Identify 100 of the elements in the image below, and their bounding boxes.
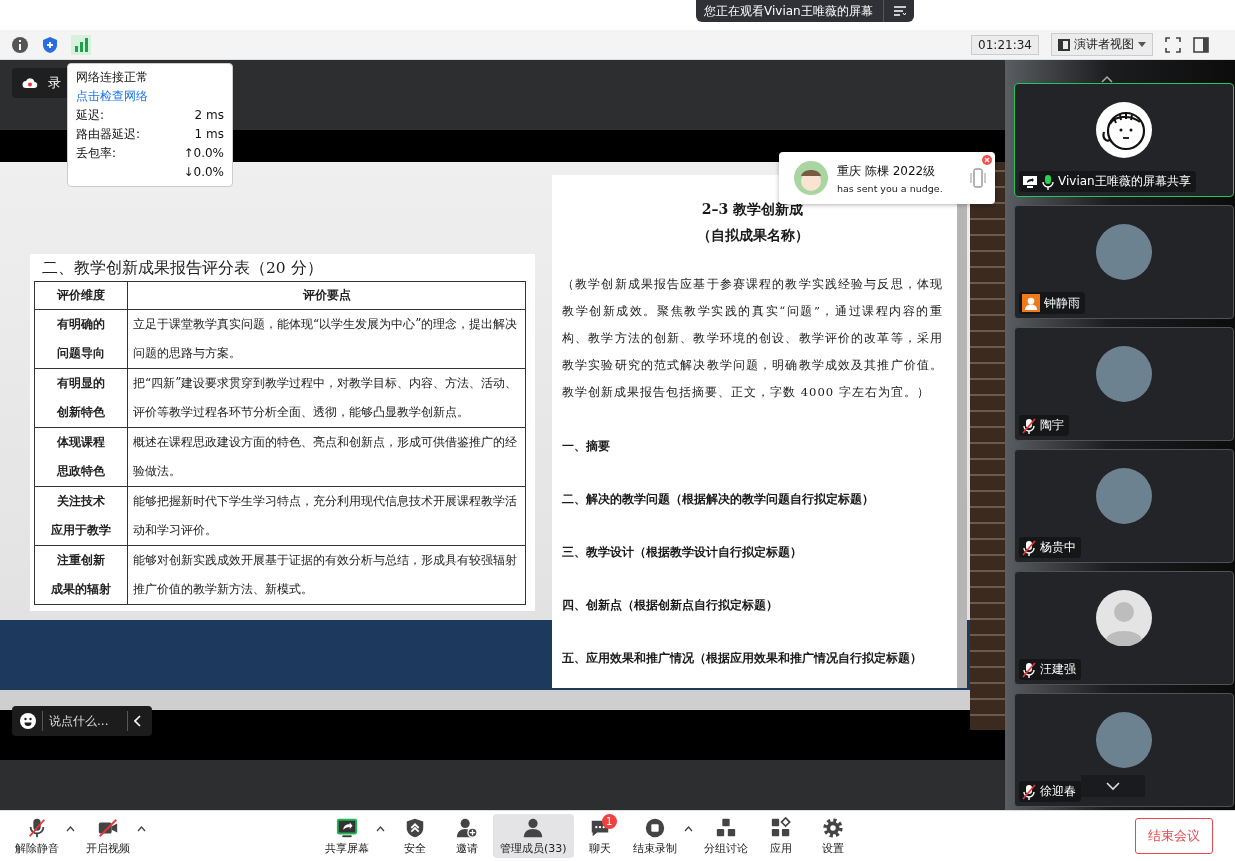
section-heading: 二、解决的教学问题（根据解决的教学问题自行拟定标题）	[562, 491, 874, 508]
table-cell: 关注技术 应用于教学	[34, 486, 128, 546]
table-header: 评价要点	[127, 281, 526, 310]
participant-name: 杨贵中	[1040, 539, 1076, 556]
person-icon	[1022, 294, 1040, 312]
settings-button[interactable]: 设置	[806, 814, 859, 858]
scroll-up-chevron-icon[interactable]	[1101, 75, 1113, 83]
mic-muted-icon	[1022, 539, 1036, 556]
metric-value: 1 ms	[194, 126, 224, 143]
table-cell: 有明显的 创新特色	[34, 368, 128, 428]
document-paragraph: （教学创新成果报告应基于参赛课程的教学实践经验与反思，体现教学创新成效。聚焦教学实践的真实“问题”，通过课程内容的重构、教学方法的创新、教学环境的创设、教学评价的改革等，采用教学实验研究的范式解决教学问题，明确教学成效及其推广价值。教学创新成果报告包括摘要、正文，字数 4000 字左右为宜。）	[562, 276, 943, 401]
metric-value: 2 ms	[194, 107, 224, 124]
breakout-button[interactable]: 分组讨论	[696, 814, 755, 858]
view-mode-dropdown[interactable]: 演讲者视图	[1051, 33, 1153, 56]
signal-icon[interactable]	[71, 34, 91, 55]
microphone-icon	[1042, 173, 1054, 190]
caret-up-icon[interactable]	[137, 826, 146, 832]
apps-button[interactable]: 应用	[754, 814, 807, 858]
security-button[interactable]: 安全	[389, 814, 441, 858]
participant-tile[interactable]: 钟静雨	[1014, 205, 1234, 319]
section-heading: 四、创新点（根据创新点自行拟定标题）	[562, 597, 778, 614]
caret-up-icon[interactable]	[376, 826, 385, 832]
table-cell: 有明确的 问题导向	[34, 309, 128, 369]
participant-tile[interactable]: 徐迎春	[1014, 693, 1234, 807]
mic-muted-icon	[1022, 661, 1036, 678]
participant-name: 钟静雨	[1044, 294, 1080, 312]
photo-placeholder	[1096, 468, 1152, 524]
mic-button[interactable]: 解除静音	[8, 814, 66, 858]
mic-muted-icon	[26, 817, 48, 839]
cloud-record-icon	[22, 77, 38, 89]
metric-label: 延迟:	[76, 107, 105, 124]
info-icon[interactable]	[11, 35, 29, 54]
table-header: 评价维度	[34, 281, 128, 310]
metric-value: ↓0.0%	[183, 164, 224, 181]
collapse-chevron-icon[interactable]	[134, 715, 142, 727]
default-avatar-icon	[1096, 590, 1152, 646]
cartoon-avatar-icon	[793, 160, 829, 196]
chat-input-field[interactable]: 说点什么...	[12, 706, 152, 736]
shield-icon[interactable]	[41, 35, 59, 54]
share-button[interactable]: 共享屏幕	[318, 814, 376, 858]
cartoon-avatar-drawing	[1096, 102, 1152, 158]
scroll-down-chevron-icon[interactable]	[1081, 775, 1145, 797]
layout-icon	[1058, 38, 1070, 51]
end-meeting-button[interactable]: 结束会议	[1135, 818, 1213, 854]
add-person-icon	[456, 817, 478, 839]
participant-tile[interactable]: 陶宇	[1014, 327, 1234, 441]
photo-placeholder	[1096, 346, 1152, 402]
participant-tile[interactable]: 汪建强	[1014, 571, 1234, 685]
table-cell: 把“四新”建设要求贯穿到教学过程中，对教学目标、内容、方法、活动、评价等教学过程各环节分析全面、透彻，能够凸显教学创新点。	[127, 368, 526, 428]
caret-up-icon[interactable]	[683, 826, 693, 832]
participant-tile[interactable]: 杨贵中	[1014, 449, 1234, 563]
metric-label: 路由器延迟:	[76, 126, 141, 143]
metric-value: ↑0.0%	[183, 145, 224, 162]
table-cell: 能够把握新时代下学生学习特点，充分利用现代信息技术开展课程教学活动和学习评价。	[127, 486, 526, 546]
metric-label: 丢包率:	[76, 145, 117, 162]
record-button[interactable]: 结束录制	[625, 814, 684, 858]
apps-icon	[769, 817, 792, 839]
members-button[interactable]: 管理成员(33)	[493, 814, 574, 858]
network-status: 网络连接正常	[76, 69, 149, 86]
photo-placeholder	[1096, 712, 1152, 768]
stop-record-icon	[643, 817, 666, 839]
table-cell: 体现课程 思政特色	[34, 427, 128, 487]
video-button[interactable]: 开启视频	[79, 814, 137, 858]
nudge-message: has sent you a nudge.	[837, 182, 944, 194]
caret-up-icon[interactable]	[66, 826, 75, 832]
table-cell: 能够对创新实践成效开展基于证据的有效分析与总结，形成具有较强辐射推广价值的教学新方法、新模式。	[127, 545, 526, 605]
check-network-link[interactable]: 点击检查网络	[76, 87, 148, 106]
settings-icon	[821, 817, 844, 839]
table-cell: 注重创新 成果的辐射	[34, 545, 128, 605]
participant-tile[interactable]: Vivian王唯薇的屏幕共享	[1014, 83, 1234, 197]
camera-muted-icon	[97, 817, 119, 839]
participant-name: Vivian王唯薇的屏幕共享	[1058, 173, 1191, 190]
document-subtitle: （自拟成果名称）	[696, 227, 809, 245]
participant-name: 徐迎春	[1040, 783, 1076, 800]
recording-label: 录	[48, 74, 61, 92]
participant-name: 陶宇	[1040, 417, 1064, 434]
grid-squares-icon	[714, 817, 737, 839]
mic-muted-icon	[1022, 417, 1036, 434]
meeting-timer: 01:21:34	[971, 34, 1039, 55]
share-screen-icon	[336, 817, 358, 839]
person-icon	[522, 817, 545, 839]
invite-button[interactable]: 邀请	[441, 814, 493, 858]
caret-icon	[1138, 42, 1146, 47]
section-heading: 五、应用效果和推广情况（根据应用效果和推广情况自行拟定标题）	[562, 650, 922, 667]
chat-button[interactable]: 聊天 1	[573, 814, 626, 858]
smiley-icon[interactable]	[20, 713, 36, 729]
phone-vibrate-icon	[969, 167, 987, 189]
sidebar-layout-icon[interactable]	[1193, 36, 1209, 53]
banner-text: 您正在观看Vivian王唯薇的屏幕	[704, 2, 873, 20]
participant-name: 汪建强	[1040, 661, 1076, 678]
shield-icon	[404, 817, 426, 839]
table-cell: 立足于课堂教学真实问题，能体现“以学生发展为中心”的理念，提出解决问题的思路与方案。	[127, 309, 526, 369]
section-heading: 三、教学设计（根据教学设计自行拟定标题）	[562, 544, 802, 561]
section-heading: 一、摘要	[562, 438, 610, 455]
menu-icon[interactable]	[893, 6, 906, 16]
photo-placeholder	[1096, 224, 1152, 280]
table-title: 二、教学创新成果报告评分表（20 分）	[42, 258, 323, 279]
table-cell: 概述在课程思政建设方面的特色、亮点和创新点，形成可供借鉴推广的经验做法。	[127, 427, 526, 487]
close-icon[interactable]	[982, 155, 992, 165]
fullscreen-icon[interactable]	[1165, 36, 1181, 53]
